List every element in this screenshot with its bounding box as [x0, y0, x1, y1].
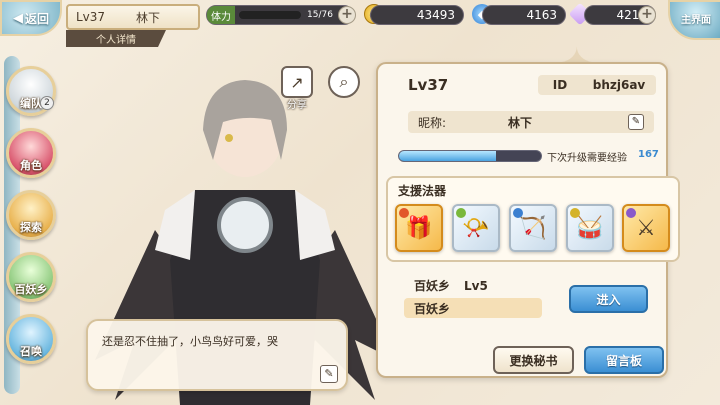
- add-crystal-button[interactable]: +: [638, 6, 656, 24]
- nickname-row: 昵称: 林下 ✎: [408, 111, 654, 133]
- support-title: 支援法器: [398, 184, 447, 198]
- change-secretary-button[interactable]: 更换秘书: [493, 346, 574, 374]
- wind-element-icon: [456, 208, 466, 218]
- left-sleeve: [155, 190, 195, 260]
- xp-label: 下次升级需要经验: [547, 153, 627, 164]
- stamina-label: 体力: [207, 6, 235, 24]
- support-slot-1[interactable]: 🎁: [395, 204, 443, 252]
- right-sleeve: [295, 190, 335, 260]
- share-button[interactable]: ↗: [281, 66, 313, 98]
- nav-item-explore[interactable]: 探索: [6, 190, 56, 240]
- search-icon: ⌕: [339, 72, 349, 91]
- xp-fill: [399, 151, 496, 161]
- stamina-bar: 体力 15/76: [206, 5, 354, 25]
- water-element-icon: [513, 208, 523, 218]
- nav-item-summon[interactable]: 召唤: [6, 314, 56, 364]
- guild-name: 百妖乡: [414, 279, 451, 293]
- support-slot-4[interactable]: 🥁: [566, 204, 614, 252]
- fire-element-icon: [399, 208, 409, 218]
- support-slot-3[interactable]: 🏹: [509, 204, 557, 252]
- profile-level: Lv37: [408, 76, 449, 94]
- chest-emblem: [217, 197, 273, 253]
- xp-progress-bar: [398, 150, 542, 162]
- id-label: ID: [552, 78, 568, 92]
- nickname-label: 昵称:: [418, 115, 447, 130]
- nav-item-role[interactable]: 角色: [6, 128, 56, 178]
- back-button[interactable]: ◀ 返回: [0, 0, 62, 36]
- artifact-gift-icon: 🎁: [405, 215, 433, 241]
- message-board-button[interactable]: 留言板: [584, 346, 664, 374]
- nickname-value: 林下: [508, 115, 533, 130]
- enter-button[interactable]: 进入: [569, 285, 648, 313]
- nav-label-team: 编队: [20, 97, 42, 110]
- light-element-icon: [570, 208, 580, 218]
- gold-counter: 43493: [370, 5, 464, 25]
- search-button[interactable]: ⌕: [328, 66, 360, 98]
- tab-personal-details[interactable]: 个人详情: [66, 30, 166, 47]
- back-arrow-icon: ◀: [12, 10, 23, 26]
- nav-label-explore: 探索: [20, 221, 42, 234]
- stamina-track: [239, 11, 301, 19]
- back-label: 返回: [24, 11, 49, 26]
- artifact-drum-icon: 🥁: [576, 215, 604, 241]
- add-stamina-button[interactable]: +: [338, 6, 356, 24]
- dark-element-icon: [626, 208, 636, 218]
- player-name: 林下: [136, 10, 161, 25]
- share-label: 分享: [287, 100, 307, 111]
- guild-level: Lv5: [464, 279, 488, 293]
- speech-bubble: 还是忍不住抽了，小鸟鸟好可爱，哭 ✎: [86, 319, 348, 391]
- nav-label-yokai: 百妖乡: [14, 283, 48, 296]
- stamina-value: 15/76: [307, 10, 333, 20]
- character-eye: [225, 134, 233, 142]
- player-plate: Lv37 林下: [66, 4, 200, 30]
- artifact-sword-icon: ⚔: [636, 215, 656, 241]
- main-screen-button[interactable]: 主界面: [668, 0, 720, 40]
- gem-counter: 4163: [482, 5, 566, 25]
- support-slot-5[interactable]: ⚔: [622, 204, 670, 252]
- team-count-badge: 2: [40, 96, 54, 110]
- xp-value: 167: [638, 149, 659, 160]
- share-icon: ↗: [290, 72, 304, 92]
- guild-info: 百妖乡 Lv5: [414, 277, 488, 294]
- support-slot-2[interactable]: 📯: [452, 204, 500, 252]
- artifact-horn-icon: 📯: [462, 215, 490, 241]
- nav-label-role: 角色: [20, 159, 42, 172]
- edit-nickname-icon[interactable]: ✎: [628, 114, 644, 130]
- id-value: bhzj6av: [592, 78, 646, 92]
- player-level: Lv37: [76, 10, 106, 24]
- artifact-crossbow-icon: 🏹: [519, 215, 547, 241]
- edit-dialog-icon[interactable]: ✎: [320, 365, 338, 383]
- nav-label-summon: 召唤: [20, 345, 42, 358]
- guild-name-box: 百妖乡: [404, 298, 542, 318]
- nav-item-yokai-village[interactable]: 百妖乡: [6, 252, 56, 302]
- dialog-text: 还是忍不住抽了，小鸟鸟好可爱，哭: [102, 335, 278, 348]
- player-id: ID bhzj6av: [538, 75, 656, 95]
